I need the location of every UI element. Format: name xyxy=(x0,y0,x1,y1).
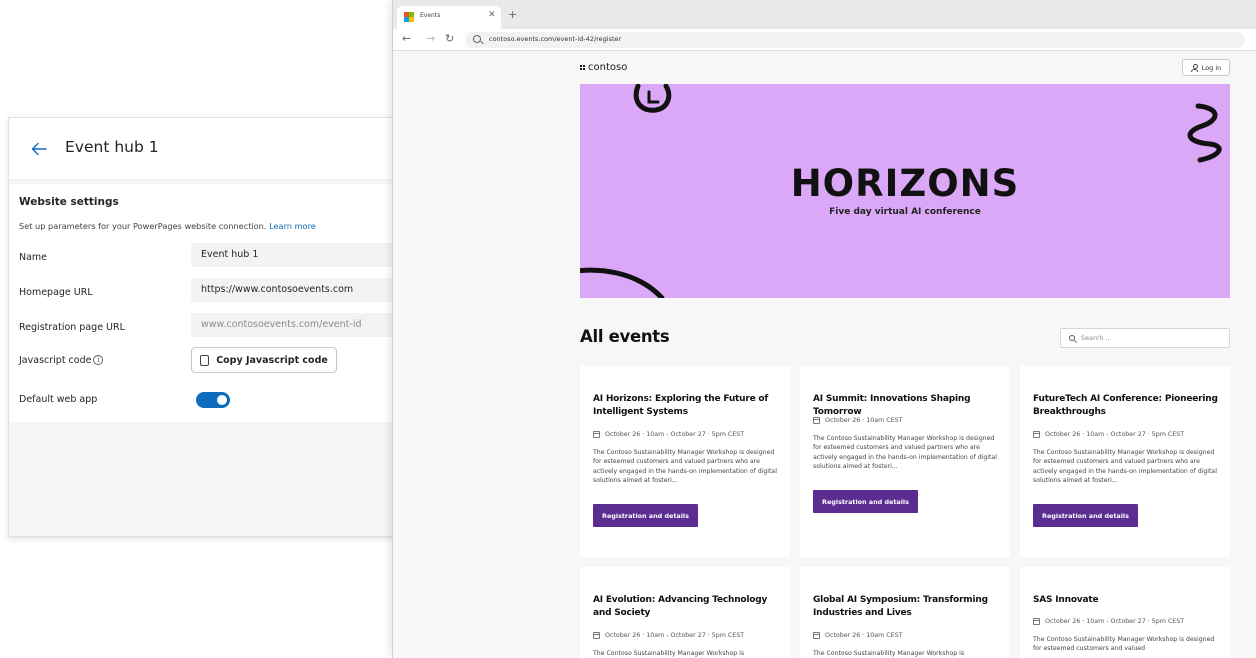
event-title[interactable]: AI Horizons: Exploring the Future of Int… xyxy=(593,393,783,419)
new-tab-icon[interactable]: + xyxy=(508,8,517,21)
clock-decoration-icon xyxy=(633,84,672,113)
site-content: contoso Log in HORIZONS Five day virtual… xyxy=(393,51,1256,658)
section-description: Set up parameters for your PowerPages we… xyxy=(19,221,316,231)
panel-header: Event hub 1 xyxy=(9,118,401,180)
javascript-code-label: Javascript code i xyxy=(19,355,104,366)
calendar-icon xyxy=(1033,618,1040,625)
hero-banner: HORIZONS Five day virtual AI conference xyxy=(580,84,1230,298)
tab-bar: Events ✕ + xyxy=(393,0,1256,29)
event-card: FutureTech AI Conference: Pioneering Bre… xyxy=(1020,366,1230,557)
event-description: The Contoso Sustainability Manager Works… xyxy=(593,449,777,484)
event-date: October 26 · 10am - October 27 · 5pm CES… xyxy=(1033,618,1184,625)
event-description: The Contoso Sustainability Manager Works… xyxy=(1033,636,1215,653)
search-placeholder: Search ... xyxy=(1081,334,1112,342)
url-input[interactable]: contoso.events.com/event-id-42/register xyxy=(465,32,1245,48)
calendar-icon xyxy=(593,632,600,639)
browser-window: Events ✕ + ← → ↻ contoso.events.com/even… xyxy=(392,0,1256,658)
close-tab-icon[interactable]: ✕ xyxy=(488,10,496,20)
refresh-icon[interactable]: ↻ xyxy=(445,32,454,45)
calendar-icon xyxy=(1033,431,1040,438)
calendar-icon xyxy=(593,431,600,438)
event-date: October 26 · 10am - October 27 · 5pm CES… xyxy=(593,632,744,639)
default-web-app-label: Default web app xyxy=(19,394,98,405)
registration-url-label: Registration page URL xyxy=(19,322,125,333)
event-description: The Contoso Sustainability Manager Works… xyxy=(813,435,997,470)
hero-subtitle: Five day virtual AI conference xyxy=(829,207,981,217)
panel-body: Website settings Set up parameters for y… xyxy=(9,184,403,422)
event-date-text: October 26 · 10am - October 27 · 5pm CES… xyxy=(1045,431,1185,438)
event-date-text: October 26 · 10am CEST xyxy=(825,417,903,424)
person-icon xyxy=(1190,63,1198,72)
logo-text: contoso xyxy=(588,62,628,73)
name-label: Name xyxy=(19,252,48,263)
event-title[interactable]: Global AI Symposium: Transforming Indust… xyxy=(813,594,1003,620)
registration-button[interactable]: Registration and details xyxy=(813,490,918,513)
event-description: The Contoso Sustainability Manager Works… xyxy=(1033,449,1217,484)
copy-icon xyxy=(200,354,210,366)
search-icon xyxy=(473,35,481,43)
event-date: October 26 · 10am CEST xyxy=(813,632,902,639)
event-title[interactable]: FutureTech AI Conference: Pioneering Bre… xyxy=(1033,393,1223,419)
learn-more-link[interactable]: Learn more xyxy=(269,221,316,231)
info-icon[interactable]: i xyxy=(93,355,104,365)
name-field[interactable]: Event hub 1 xyxy=(191,243,403,267)
description-text: Set up parameters for your PowerPages we… xyxy=(19,221,267,231)
event-title[interactable]: AI Evolution: Advancing Technology and S… xyxy=(593,594,783,620)
event-title[interactable]: AI Summit: Innovations Shaping Tomorrow xyxy=(813,393,1003,419)
toggle-knob xyxy=(217,395,227,405)
event-card: AI Summit: Innovations Shaping Tomorrow … xyxy=(800,366,1010,557)
calendar-icon xyxy=(813,632,820,639)
forward-icon[interactable]: → xyxy=(426,32,435,45)
website-settings-panel: Event hub 1 Website settings Set up para… xyxy=(8,117,403,537)
event-date: October 26 · 10am CEST xyxy=(813,417,902,424)
event-title[interactable]: SAS Innovate xyxy=(1033,594,1223,607)
default-web-app-toggle[interactable] xyxy=(196,392,230,408)
browser-tab[interactable]: Events ✕ xyxy=(397,6,501,29)
section-title: Website settings xyxy=(19,196,119,208)
registration-button[interactable]: Registration and details xyxy=(1033,504,1138,527)
logo-mark-icon xyxy=(580,65,585,70)
squiggle-decoration-icon xyxy=(1187,103,1222,163)
event-description: The Contoso Sustainability Manager Works… xyxy=(813,650,965,657)
event-card: SAS Innovate October 26 · 10am - October… xyxy=(1020,567,1230,658)
copy-button-label: Copy Javascript code xyxy=(216,354,328,366)
event-date: October 26 · 10am - October 27 · 5pm CES… xyxy=(1033,431,1184,438)
contoso-logo[interactable]: contoso xyxy=(580,62,627,73)
login-label: Log in xyxy=(1201,63,1222,72)
event-search-input[interactable]: Search ... xyxy=(1060,328,1230,348)
event-date-text: October 26 · 10am CEST xyxy=(825,632,903,639)
event-date-text: October 26 · 10am - October 27 · 5pm CES… xyxy=(605,431,745,438)
homepage-url-field[interactable]: https://www.contosoevents.com xyxy=(191,278,403,302)
event-card: AI Evolution: Advancing Technology and S… xyxy=(580,567,790,658)
back-arrow-icon[interactable] xyxy=(31,142,47,156)
hero-title: HORIZONS xyxy=(790,162,1020,205)
event-card: AI Horizons: Exploring the Future of Int… xyxy=(580,366,790,557)
event-description: The Contoso Sustainability Manager Works… xyxy=(593,650,745,657)
registration-url-field[interactable]: www.contosoevents.com/event-id xyxy=(191,313,403,337)
search-icon xyxy=(1069,335,1075,341)
homepage-url-label: Homepage URL xyxy=(19,287,93,298)
copy-javascript-button[interactable]: Copy Javascript code xyxy=(191,347,337,373)
all-events-heading: All events xyxy=(580,327,670,346)
tab-title: Events xyxy=(420,12,441,19)
javascript-code-text: Javascript code xyxy=(19,355,92,366)
url-text: contoso.events.com/event-id-42/register xyxy=(489,35,622,43)
back-icon[interactable]: ← xyxy=(402,32,411,45)
arc-decoration-icon xyxy=(580,267,665,298)
event-date-text: October 26 · 10am - October 27 · 5pm CES… xyxy=(1045,618,1185,625)
registration-button[interactable]: Registration and details xyxy=(593,504,698,527)
event-card: Global AI Symposium: Transforming Indust… xyxy=(800,567,1010,658)
microsoft-logo-icon xyxy=(404,12,414,22)
panel-title: Event hub 1 xyxy=(65,138,159,156)
calendar-icon xyxy=(813,417,820,424)
address-bar: ← → ↻ contoso.events.com/event-id-42/reg… xyxy=(393,29,1256,51)
event-date-text: October 26 · 10am - October 27 · 5pm CES… xyxy=(605,632,745,639)
login-button[interactable]: Log in xyxy=(1182,59,1230,76)
event-date: October 26 · 10am - October 27 · 5pm CES… xyxy=(593,431,744,438)
